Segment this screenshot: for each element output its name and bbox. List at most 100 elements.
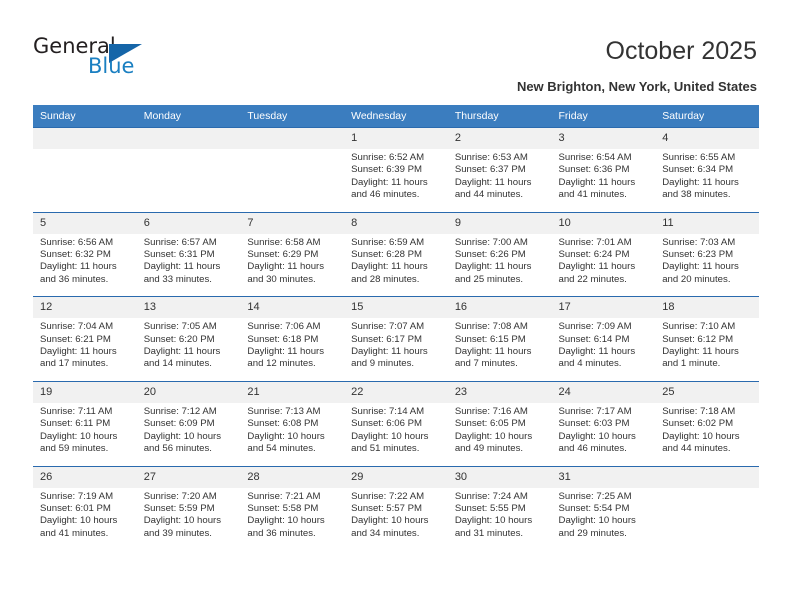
day-number-cell[interactable]: 25: [655, 381, 759, 403]
daylight-text: Daylight: 11 hours and 38 minutes.: [662, 176, 739, 201]
day-number-row: 5 6 7 8 9 10 11: [33, 212, 759, 234]
daylight-text: Daylight: 11 hours and 28 minutes.: [351, 261, 428, 285]
day-info-cell: Sunrise: 7:16 AM Sunset: 6:05 PM Daylight:…: [447, 402, 552, 466]
day-number-cell[interactable]: 22: [344, 381, 448, 403]
day-number-cell[interactable]: 6: [136, 212, 241, 234]
sunrise-text: Sunrise: 7:24 AM: [454, 490, 528, 502]
daylight-text: Daylight: 10 hours and 31 minutes.: [454, 515, 533, 539]
daylight-text: Daylight: 11 hours and 12 minutes.: [247, 346, 325, 370]
sunset-text: Sunset: 6:32 PM: [40, 249, 111, 261]
day-number-cell[interactable]: 27: [136, 466, 241, 488]
sunrise-text: Sunrise: 6:58 AM: [247, 236, 321, 248]
day-number-cell[interactable]: 8: [344, 212, 448, 234]
sunrise-text: Sunrise: 7:20 AM: [143, 490, 217, 502]
day-info-row: Sunrise: 7:19 AM Sunset: 6:01 PM Daylight:…: [33, 487, 759, 551]
day-number-cell[interactable]: 1: [344, 128, 448, 149]
day-number-cell[interactable]: 2: [447, 128, 552, 149]
day-number-cell[interactable]: 12: [33, 297, 137, 319]
day-number-cell[interactable]: 17: [551, 297, 656, 319]
day-number-cell[interactable]: 21: [240, 381, 345, 403]
day-number-cell[interactable]: 31: [551, 466, 656, 488]
sunset-text: Sunset: 6:14 PM: [558, 333, 630, 345]
daylight-text: Daylight: 10 hours and 34 minutes.: [351, 515, 429, 539]
day-number-cell[interactable]: 18: [655, 297, 759, 319]
sunrise-text: Sunrise: 7:09 AM: [558, 321, 632, 333]
daylight-text: Daylight: 10 hours and 51 minutes.: [351, 430, 429, 455]
day-number-row: 26 27 28 29 30 31: [33, 466, 759, 488]
daylight-text: Daylight: 10 hours and 54 minutes.: [247, 430, 325, 455]
daylight-text: Daylight: 11 hours and 4 minutes.: [558, 346, 636, 370]
daylight-text: Daylight: 11 hours and 30 minutes.: [247, 261, 325, 285]
sunrise-text: Sunrise: 6:53 AM: [454, 152, 528, 163]
sunset-text: Sunset: 6:02 PM: [662, 418, 734, 430]
daylight-text: Daylight: 11 hours and 41 minutes.: [558, 176, 636, 201]
day-info-cell: Sunrise: 7:05 AM Sunset: 6:20 PM Daylight:…: [136, 318, 241, 381]
day-number-cell[interactable]: 26: [33, 466, 137, 488]
day-number-cell[interactable]: 16: [447, 297, 552, 319]
day-number-cell[interactable]: 7: [240, 212, 345, 234]
day-number-cell[interactable]: 11: [655, 212, 759, 234]
daylight-text: Daylight: 11 hours and 44 minutes.: [454, 176, 532, 201]
calendar-table: Sunday Monday Tuesday Wednesday Thursday…: [33, 105, 759, 551]
sunset-text: Sunset: 5:57 PM: [351, 502, 423, 514]
sunset-text: Sunset: 6:12 PM: [662, 333, 734, 345]
day-info-cell: Sunrise: 7:25 AM Sunset: 5:54 PM Daylight:…: [551, 487, 656, 551]
daylight-text: Daylight: 10 hours and 29 minutes.: [558, 515, 636, 539]
sunrise-text: Sunrise: 6:52 AM: [351, 152, 425, 163]
weekday-header-thursday: Thursday: [447, 105, 552, 127]
day-info-cell: Sunrise: 7:08 AM Sunset: 6:15 PM Daylight:…: [447, 318, 552, 381]
generalblue-logo[interactable]: General Blue: [33, 34, 233, 90]
day-info-cell-empty: [240, 149, 345, 212]
day-number-cell[interactable]: 19: [33, 381, 137, 403]
sunrise-text: Sunrise: 7:04 AM: [40, 321, 114, 333]
sunset-text: Sunset: 6:29 PM: [247, 249, 319, 261]
sunset-text: Sunset: 6:20 PM: [143, 333, 215, 345]
day-number-cell-empty: [655, 466, 759, 488]
sunrise-text: Sunrise: 7:21 AM: [247, 490, 321, 502]
calendar-container: Sunday Monday Tuesday Wednesday Thursday…: [33, 105, 759, 551]
sunrise-text: Sunrise: 7:08 AM: [454, 321, 528, 333]
sunset-text: Sunset: 5:59 PM: [143, 502, 215, 514]
daylight-text: Daylight: 11 hours and 22 minutes.: [558, 261, 636, 285]
day-number-cell[interactable]: 20: [136, 381, 241, 403]
day-number-row: 1234: [33, 128, 759, 149]
weekday-header-monday: Monday: [136, 105, 241, 127]
daylight-text: Daylight: 11 hours and 33 minutes.: [143, 261, 221, 285]
day-info-cell: Sunrise: 7:18 AM Sunset: 6:02 PM Daylight:…: [655, 402, 759, 466]
day-number-cell[interactable]: 23: [447, 381, 552, 403]
day-number-cell[interactable]: 24: [551, 381, 656, 403]
day-number-cell[interactable]: 14: [240, 297, 345, 319]
daylight-text: Daylight: 11 hours and 14 minutes.: [143, 346, 221, 370]
sunrise-text: Sunrise: 6:57 AM: [143, 236, 217, 248]
sunrise-text: Sunrise: 6:55 AM: [662, 152, 736, 163]
weekday-header-friday: Friday: [551, 105, 656, 127]
day-number-cell[interactable]: 5: [33, 212, 137, 234]
sunset-text: Sunset: 5:58 PM: [247, 502, 319, 514]
daylight-text: Daylight: 10 hours and 49 minutes.: [454, 430, 533, 455]
daylight-text: Daylight: 10 hours and 36 minutes.: [247, 515, 325, 539]
day-number-cell[interactable]: 13: [136, 297, 241, 319]
day-number-cell[interactable]: 15: [344, 297, 448, 319]
day-info-row: Sunrise: 7:04 AM Sunset: 6:21 PM Daylight:…: [33, 318, 759, 381]
sunrise-text: Sunrise: 7:00 AM: [454, 236, 528, 248]
day-number-cell[interactable]: 3: [551, 128, 656, 149]
daylight-text: Daylight: 11 hours and 20 minutes.: [662, 261, 739, 285]
day-number-cell[interactable]: 28: [240, 466, 345, 488]
daylight-text: Daylight: 10 hours and 39 minutes.: [143, 515, 222, 539]
day-info-cell: Sunrise: 7:09 AM Sunset: 6:14 PM Daylight:…: [551, 318, 656, 381]
sunrise-text: Sunrise: 7:11 AM: [40, 405, 113, 417]
day-number-cell[interactable]: 4: [655, 128, 759, 149]
day-number-cell[interactable]: 29: [344, 466, 448, 488]
sunrise-text: Sunrise: 7:12 AM: [143, 405, 217, 417]
day-number-cell[interactable]: 30: [447, 466, 552, 488]
sunrise-text: Sunrise: 7:22 AM: [351, 490, 425, 502]
location-subtitle: New Brighton, New York, United States: [516, 79, 757, 94]
sunrise-text: Sunrise: 7:03 AM: [662, 236, 736, 248]
day-info-cell: Sunrise: 7:03 AM Sunset: 6:23 PM Daylight:…: [655, 233, 759, 297]
day-info-cell: Sunrise: 7:10 AM Sunset: 6:12 PM Daylight:…: [655, 318, 759, 381]
day-number-cell[interactable]: 9: [447, 212, 552, 234]
daylight-text: Daylight: 10 hours and 44 minutes.: [662, 430, 740, 455]
day-number-cell[interactable]: 10: [551, 212, 656, 234]
sunrise-text: Sunrise: 7:16 AM: [454, 405, 528, 417]
calendar-page: General Blue October 2025 New Brighton, …: [0, 0, 792, 612]
